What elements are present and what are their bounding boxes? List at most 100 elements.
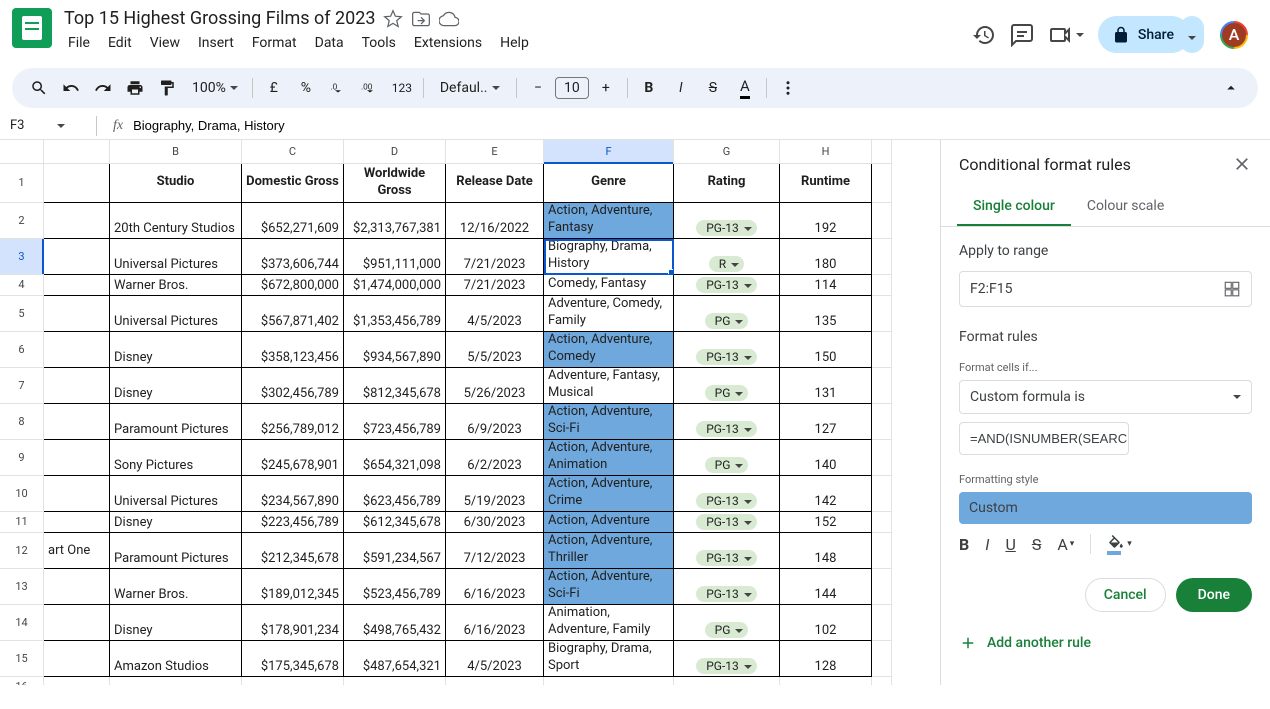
- cell[interactable]: $1,353,456,789: [344, 296, 446, 332]
- cell[interactable]: Universal Pictures: [110, 296, 242, 332]
- cancel-button[interactable]: Cancel: [1085, 578, 1166, 612]
- cell[interactable]: [44, 275, 110, 296]
- select-all-corner[interactable]: [0, 140, 44, 164]
- done-button[interactable]: Done: [1176, 578, 1252, 612]
- cell[interactable]: $234,567,890: [242, 476, 344, 512]
- col-header-h[interactable]: H: [780, 140, 872, 164]
- rating-chip[interactable]: PG-13: [696, 514, 757, 530]
- rating-chip[interactable]: PG-13: [696, 493, 757, 509]
- row-header-4[interactable]: 4: [0, 275, 44, 296]
- row-header-10[interactable]: 10: [0, 476, 44, 512]
- style-fill-color[interactable]: ▾: [1107, 535, 1132, 553]
- cell[interactable]: 7/21/2023: [446, 275, 544, 296]
- cell[interactable]: Action, Adventure, Thriller: [544, 533, 674, 569]
- cell[interactable]: Action, Adventure, Comedy: [544, 332, 674, 368]
- row-header-8[interactable]: 8: [0, 404, 44, 440]
- cell[interactable]: 102: [780, 605, 872, 641]
- cell[interactable]: 4/5/2023: [446, 296, 544, 332]
- bold-icon[interactable]: B: [634, 73, 664, 103]
- row-header-6[interactable]: 6: [0, 332, 44, 368]
- cell[interactable]: 192: [780, 203, 872, 239]
- cell[interactable]: 180: [780, 239, 872, 275]
- cell[interactable]: $654,321,098: [344, 440, 446, 476]
- cell[interactable]: $1,474,000,000: [344, 275, 446, 296]
- paint-format-icon[interactable]: [152, 73, 182, 103]
- rating-chip[interactable]: PG: [705, 313, 749, 329]
- cell[interactable]: 140: [780, 440, 872, 476]
- menu-file[interactable]: File: [60, 31, 98, 55]
- menu-data[interactable]: Data: [307, 31, 352, 55]
- row-header-13[interactable]: 13: [0, 569, 44, 605]
- row-header-3[interactable]: 3: [0, 239, 44, 275]
- cell[interactable]: Paramount Pictures: [110, 533, 242, 569]
- header-cell[interactable]: Worldwide Gross: [344, 164, 446, 203]
- cell[interactable]: $652,271,609: [242, 203, 344, 239]
- italic-icon[interactable]: I: [666, 73, 696, 103]
- row-header-5[interactable]: 5: [0, 296, 44, 332]
- cell[interactable]: PG: [674, 296, 780, 332]
- cell[interactable]: Action, Adventure, Fantasy: [544, 203, 674, 239]
- row-header-15[interactable]: 15: [0, 641, 44, 677]
- cell[interactable]: $934,567,890: [344, 332, 446, 368]
- cell[interactable]: [44, 569, 110, 605]
- menu-tools[interactable]: Tools: [354, 31, 404, 55]
- cell[interactable]: 6/16/2023: [446, 605, 544, 641]
- search-menus-icon[interactable]: [24, 73, 54, 103]
- row-header-1[interactable]: 1: [0, 164, 44, 203]
- format-currency[interactable]: £: [259, 73, 289, 103]
- comment-icon[interactable]: [1010, 23, 1034, 47]
- cell[interactable]: Sony Pictures: [110, 440, 242, 476]
- rating-chip[interactable]: PG-13: [696, 550, 757, 566]
- cell[interactable]: Adventure, Fantasy, Musical: [544, 368, 674, 404]
- cell[interactable]: PG: [674, 368, 780, 404]
- cell[interactable]: Disney: [110, 368, 242, 404]
- menu-insert[interactable]: Insert: [190, 31, 242, 55]
- cell[interactable]: Universal Pictures: [110, 239, 242, 275]
- undo-icon[interactable]: [56, 73, 86, 103]
- cell[interactable]: Action, Adventure, Crime: [544, 476, 674, 512]
- menu-format[interactable]: Format: [244, 31, 305, 55]
- cell[interactable]: PG-13: [674, 404, 780, 440]
- col-header-f[interactable]: F: [544, 140, 674, 164]
- decrease-font-size[interactable]: −: [523, 73, 553, 103]
- cell[interactable]: 4/5/2023: [446, 641, 544, 677]
- row-header-11[interactable]: 11: [0, 512, 44, 533]
- increase-decimal-icon[interactable]: .00: [355, 73, 385, 103]
- cell[interactable]: [674, 677, 780, 685]
- cell[interactable]: Biography, Drama, History: [544, 239, 674, 275]
- cell[interactable]: $2,313,767,381: [344, 203, 446, 239]
- cell[interactable]: PG: [674, 440, 780, 476]
- cell[interactable]: PG-13: [674, 569, 780, 605]
- cell[interactable]: 7/12/2023: [446, 533, 544, 569]
- rating-chip[interactable]: PG: [705, 622, 749, 638]
- cell[interactable]: 142: [780, 476, 872, 512]
- header-cell[interactable]: Runtime: [780, 164, 872, 203]
- print-icon[interactable]: [120, 73, 150, 103]
- cell[interactable]: $358,123,456: [242, 332, 344, 368]
- header-cell[interactable]: Rating: [674, 164, 780, 203]
- cell[interactable]: Action, Adventure, Sci-Fi: [544, 404, 674, 440]
- cell[interactable]: $567,871,402: [242, 296, 344, 332]
- rule-type-select[interactable]: Custom formula is: [959, 380, 1252, 414]
- rating-chip[interactable]: PG-13: [696, 586, 757, 602]
- cell[interactable]: PG-13: [674, 533, 780, 569]
- cell[interactable]: [44, 605, 110, 641]
- cell[interactable]: [44, 332, 110, 368]
- tab-single-colour[interactable]: Single colour: [957, 188, 1071, 226]
- rating-chip[interactable]: PG-13: [696, 277, 757, 293]
- cell[interactable]: $189,012,345: [242, 569, 344, 605]
- cell[interactable]: $245,678,901: [242, 440, 344, 476]
- rating-chip[interactable]: R: [709, 256, 744, 272]
- cell[interactable]: PG-13: [674, 275, 780, 296]
- collapse-toolbar-icon[interactable]: [1216, 73, 1246, 103]
- cell[interactable]: 128: [780, 641, 872, 677]
- text-color-icon[interactable]: A: [730, 73, 760, 103]
- col-header-g[interactable]: G: [674, 140, 780, 164]
- cell[interactable]: Animation, Adventure, Family: [544, 605, 674, 641]
- header-cell[interactable]: Studio: [110, 164, 242, 203]
- style-underline[interactable]: U: [1005, 535, 1015, 554]
- cell[interactable]: $723,456,789: [344, 404, 446, 440]
- cell[interactable]: 144: [780, 569, 872, 605]
- cell[interactable]: 20th Century Studios: [110, 203, 242, 239]
- col-header-d[interactable]: D: [344, 140, 446, 164]
